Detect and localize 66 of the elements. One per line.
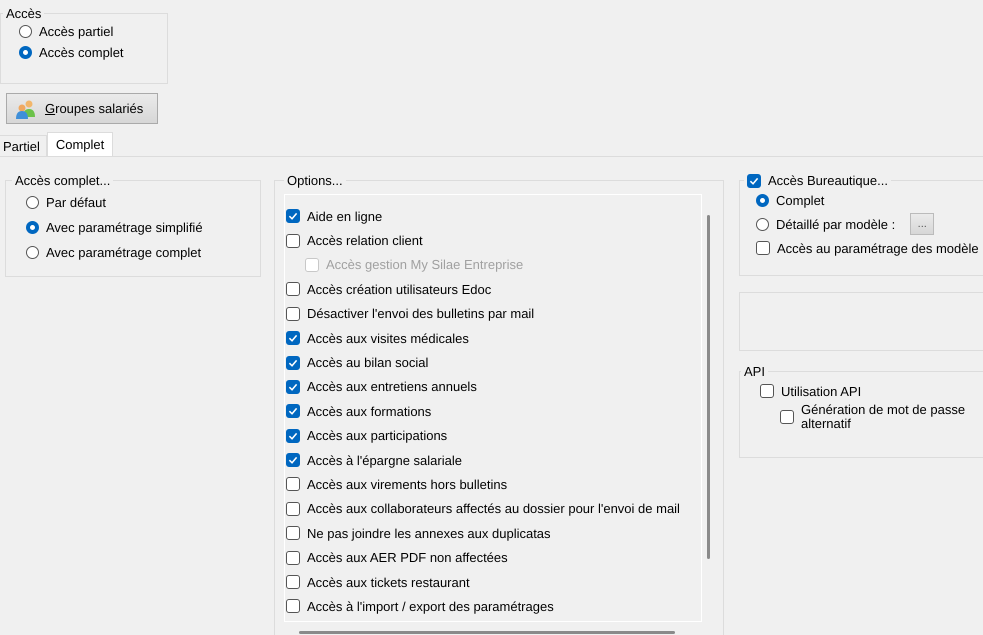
checkbox-label: Accès aux tickets restaurant — [307, 574, 470, 590]
radio-button[interactable] — [19, 46, 32, 59]
radio-button[interactable] — [26, 246, 39, 259]
radio-label: Détaillé par modèle : — [776, 216, 896, 232]
tab[interactable]: Partiel — [0, 135, 47, 156]
checkbox-label: Accès au paramétrage des modèle — [777, 240, 979, 256]
people-icon — [15, 98, 37, 118]
group-title: Accès Bureautique... — [768, 173, 888, 188]
checkbox-label: Accès aux AER PDF non affectées — [307, 550, 508, 566]
checkbox[interactable] — [286, 209, 300, 224]
radio-button[interactable] — [756, 218, 769, 230]
radio-label: Avec paramétrage simplifié — [46, 220, 203, 235]
tab[interactable]: Complet — [46, 132, 114, 156]
checkbox-label: Accès relation client — [307, 233, 423, 248]
checkbox[interactable] — [756, 241, 770, 255]
checkbox[interactable] — [286, 234, 300, 248]
checkbox[interactable] — [286, 306, 300, 321]
checkbox[interactable] — [286, 575, 300, 590]
radio-button[interactable] — [26, 221, 39, 234]
checkbox[interactable] — [286, 477, 300, 492]
checkbox-label: Utilisation API — [781, 384, 862, 398]
group-title: Accès complet... — [14, 173, 112, 188]
checkbox-label: Accès à l'épargne salariale — [307, 452, 462, 468]
checkbox[interactable] — [286, 282, 300, 296]
group-title: API — [743, 364, 766, 379]
radio-button[interactable] — [19, 25, 32, 38]
group-title: Options... — [286, 173, 344, 188]
checkbox-label: Accès aux virements hors bulletins — [307, 476, 508, 492]
checkbox[interactable] — [286, 380, 300, 394]
radio-button[interactable] — [26, 196, 39, 209]
group-title: Accès — [5, 6, 42, 21]
radio-label: Complet — [776, 192, 824, 208]
checkbox[interactable] — [747, 174, 761, 188]
radio-label: Avec paramétrage complet — [46, 245, 202, 260]
checkbox-label: Accès aux formations — [307, 404, 432, 419]
checkbox[interactable] — [286, 331, 300, 346]
checkbox[interactable] — [286, 526, 300, 540]
groups-button[interactable]: Groupes salariés — [6, 93, 158, 124]
checkbox[interactable] — [286, 356, 300, 370]
radio-button[interactable] — [756, 194, 769, 206]
checkbox-label: Aide en ligne — [307, 208, 382, 224]
checkbox[interactable] — [286, 599, 300, 614]
checkbox[interactable] — [286, 502, 300, 516]
scrollbar[interactable] — [299, 631, 675, 634]
checkbox-label: Accès à l'import / export des paramétrages — [307, 598, 554, 614]
checkbox-label: Ne pas joindre les annexes aux duplicatas — [307, 526, 551, 541]
radio-label: Accès complet — [39, 45, 124, 60]
checkbox[interactable] — [286, 404, 300, 418]
checkbox-label: Accès gestion My Silae Entreprise — [326, 257, 524, 272]
checkbox-label: Accès création utilisateurs Edoc — [307, 282, 492, 297]
radio-label: Accès partiel — [39, 24, 114, 39]
checkbox[interactable] — [780, 410, 794, 424]
checkbox-label: Génération de mot de passe alternatif — [801, 403, 966, 432]
checkbox[interactable] — [760, 384, 774, 398]
browse-button[interactable]: ... — [910, 213, 934, 235]
radio-label: Par défaut — [46, 195, 106, 210]
checkbox-label: Accès aux collaborateurs affectés au dossier pour l'envoi de mail — [307, 501, 680, 516]
checkbox-label: Accès aux entretiens annuels — [307, 379, 477, 394]
scrollbar[interactable] — [707, 215, 710, 559]
checkbox[interactable] — [286, 428, 300, 443]
checkbox[interactable] — [286, 550, 300, 565]
checkbox-label: Accès au bilan social — [307, 355, 428, 370]
checkbox-label: Accès aux visites médicales — [307, 330, 469, 346]
checkbox-label: Accès aux participations — [307, 428, 448, 444]
checkbox-label: Désactiver l'envoi des bulletins par mail — [307, 306, 534, 322]
checkbox[interactable] — [286, 453, 300, 468]
